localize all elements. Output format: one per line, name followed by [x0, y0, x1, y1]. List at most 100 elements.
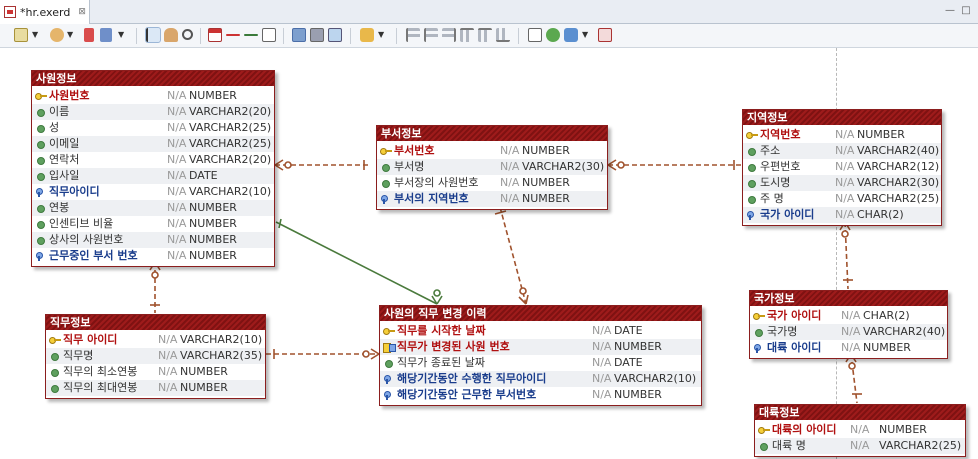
check-icon[interactable] — [546, 28, 560, 42]
column-type: VARCHAR2(25) — [879, 439, 962, 452]
column-row[interactable]: 직무의 최대연봉 N/A NUMBER — [46, 380, 265, 396]
column-row[interactable]: 대륙 명 N/A VARCHAR2(25) — [755, 438, 965, 454]
column-row[interactable]: 연봉 N/A NUMBER — [32, 200, 274, 216]
column-row[interactable]: 대륙의 아이디 N/A NUMBER — [755, 422, 965, 438]
select-icon[interactable] — [145, 27, 161, 43]
column-name: 이메일 — [49, 137, 80, 150]
column-name: 사원번호 — [49, 89, 90, 102]
column-type: NUMBER — [857, 128, 905, 141]
entity-country[interactable]: 국가정보 국가 아이디 N/A CHAR(2) 국가명 N/A VARCHAR2(40) 대… — [749, 290, 948, 359]
column-row[interactable]: 부서번호 N/A NUMBER — [377, 143, 607, 159]
align-left-icon[interactable] — [406, 28, 420, 42]
paint-icon[interactable] — [50, 28, 64, 42]
report-icon[interactable] — [100, 28, 112, 42]
column-type: NUMBER — [522, 176, 570, 189]
column-row[interactable]: 국가명 N/A VARCHAR2(40) — [750, 324, 947, 340]
column-row[interactable]: 입사일 N/A DATE — [32, 168, 274, 184]
column-name: 대륙의 아이디 — [772, 423, 837, 436]
entity-columns: 직무를 시작한 날짜 N/A DATE 직무가 변경된 사원 번호 N/A NUMBER 직… — [380, 321, 701, 405]
column-row[interactable]: 직무가 변경된 사원 번호 N/A NUMBER — [380, 339, 701, 355]
table-icon[interactable] — [208, 28, 222, 42]
column-row[interactable]: 우편번호 N/A VARCHAR2(12) — [743, 159, 941, 175]
column-row[interactable]: 도시명 N/A VARCHAR2(30) — [743, 175, 941, 191]
foreign-key-icon — [380, 194, 392, 204]
relation-icon[interactable] — [226, 34, 240, 36]
document-icon[interactable] — [528, 28, 542, 42]
attribute-icon — [746, 194, 758, 204]
column-row[interactable]: 이메일 N/A VARCHAR2(25) — [32, 136, 274, 152]
column-nullable: N/A — [500, 144, 520, 157]
column-row[interactable]: 주소 N/A VARCHAR2(40) — [743, 143, 941, 159]
primary-foreign-key-icon — [383, 342, 396, 353]
column-row[interactable]: 인센티브 비율 N/A NUMBER — [32, 216, 274, 232]
column-row[interactable]: 부서장의 사원번호 N/A NUMBER — [377, 175, 607, 191]
settings-icon[interactable] — [598, 28, 612, 42]
column-row[interactable]: 직무가 종료된 날짜 N/A DATE — [380, 355, 701, 371]
image-icon[interactable] — [328, 28, 342, 42]
align-middle-icon[interactable] — [478, 28, 492, 42]
align-center-icon[interactable] — [424, 28, 438, 42]
layout-icon[interactable] — [292, 28, 306, 42]
view-icon[interactable] — [14, 28, 28, 42]
zoom-icon[interactable] — [182, 29, 193, 40]
align-right-icon[interactable] — [442, 28, 456, 42]
entity-job-history[interactable]: 사원의 직무 변경 이력 직무를 시작한 날짜 N/A DATE 직무가 변경된 사원… — [379, 305, 702, 406]
entity-department[interactable]: 부서정보 부서번호 N/A NUMBER 부서명 N/A VARCHAR2(30) 부서장의… — [376, 125, 608, 210]
maximize-icon[interactable]: □ — [960, 5, 972, 17]
column-row[interactable]: 상사의 사원번호 N/A NUMBER — [32, 232, 274, 248]
chevron-down-icon[interactable]: ▼ — [118, 30, 124, 39]
column-row[interactable]: 해당기간동안 수행한 직무아이디 N/A VARCHAR2(10) — [380, 371, 701, 387]
chevron-down-icon[interactable]: ▼ — [582, 30, 588, 39]
entity-columns: 부서번호 N/A NUMBER 부서명 N/A VARCHAR2(30) 부서장의 사원번호… — [377, 141, 607, 209]
column-row[interactable]: 근무중인 부서 번호 N/A NUMBER — [32, 248, 274, 264]
entity-columns: 사원번호 N/A NUMBER 이름 N/A VARCHAR2(20) 성 N/A VARCHA… — [32, 86, 274, 266]
column-row[interactable]: 부서명 N/A VARCHAR2(30) — [377, 159, 607, 175]
foreign-key-icon — [746, 210, 758, 220]
hand-icon[interactable] — [164, 28, 178, 42]
chevron-down-icon[interactable]: ▼ — [32, 30, 38, 39]
column-row[interactable]: 직무아이디 N/A VARCHAR2(10) — [32, 184, 274, 200]
entity-job[interactable]: 직무정보 직무 아이디 N/A VARCHAR2(10) 직무명 N/A VARCHAR2… — [45, 314, 266, 399]
minimize-icon[interactable]: — — [944, 5, 956, 17]
column-row[interactable]: 직무 아이디 N/A VARCHAR2(10) — [46, 332, 265, 348]
column-row[interactable]: 직무명 N/A VARCHAR2(35) — [46, 348, 265, 364]
column-nullable: N/A — [158, 349, 178, 362]
column-row[interactable]: 국가 아이디 N/A CHAR(2) — [750, 308, 947, 324]
note-icon[interactable] — [262, 28, 276, 42]
generate-icon[interactable] — [564, 28, 578, 42]
export-icon[interactable] — [360, 28, 374, 42]
attribute-icon — [35, 171, 47, 181]
entity-location[interactable]: 지역정보 지역번호 N/A NUMBER 주소 N/A VARCHAR2(40) 우편번호 N… — [742, 109, 942, 226]
column-row[interactable]: 해당기간동안 근무한 부서번호 N/A NUMBER — [380, 387, 701, 403]
column-row[interactable]: 주 명 N/A VARCHAR2(25) — [743, 191, 941, 207]
column-row[interactable]: 대륙 아이디 N/A NUMBER — [750, 340, 947, 356]
column-nullable: N/A — [592, 388, 612, 401]
attribute-icon — [380, 162, 392, 172]
chevron-down-icon[interactable]: ▼ — [378, 30, 384, 39]
column-row[interactable]: 직무의 최소연봉 N/A NUMBER — [46, 364, 265, 380]
column-type: VARCHAR2(10) — [180, 333, 263, 346]
close-tab-icon[interactable]: ⊠ — [78, 7, 86, 17]
column-name: 직무 아이디 — [63, 333, 118, 346]
column-row[interactable]: 이름 N/A VARCHAR2(20) — [32, 104, 274, 120]
align-bottom-icon[interactable] — [496, 28, 510, 42]
column-row[interactable]: 직무를 시작한 날짜 N/A DATE — [380, 323, 701, 339]
column-row[interactable]: 연락처 N/A VARCHAR2(20) — [32, 152, 274, 168]
foreign-key-icon — [35, 187, 47, 197]
chevron-down-icon[interactable]: ▼ — [67, 30, 73, 39]
align-top-icon[interactable] — [460, 28, 474, 42]
identifying-relation-icon[interactable] — [244, 34, 258, 36]
toolbar-separator — [283, 28, 284, 44]
editor-tab[interactable]: *hr.exerd ⊠ — [0, 0, 90, 24]
column-row[interactable]: 사원번호 N/A NUMBER — [32, 88, 274, 104]
column-row[interactable]: 성 N/A VARCHAR2(25) — [32, 120, 274, 136]
column-row[interactable]: 부서의 지역번호 N/A NUMBER — [377, 191, 607, 207]
delete-icon[interactable] — [84, 28, 94, 42]
column-type: VARCHAR2(25) — [189, 137, 272, 150]
auto-layout-icon[interactable] — [310, 28, 324, 42]
entity-employee[interactable]: 사원정보 사원번호 N/A NUMBER 이름 N/A VARCHAR2(20) 성 N/A V… — [31, 70, 275, 267]
column-row[interactable]: 국가 아이디 N/A CHAR(2) — [743, 207, 941, 223]
entity-region[interactable]: 대륙정보 대륙의 아이디 N/A NUMBER 대륙 명 N/A VARCHAR2(25) — [754, 404, 966, 457]
column-row[interactable]: 지역번호 N/A NUMBER — [743, 127, 941, 143]
attribute-icon — [49, 367, 61, 377]
